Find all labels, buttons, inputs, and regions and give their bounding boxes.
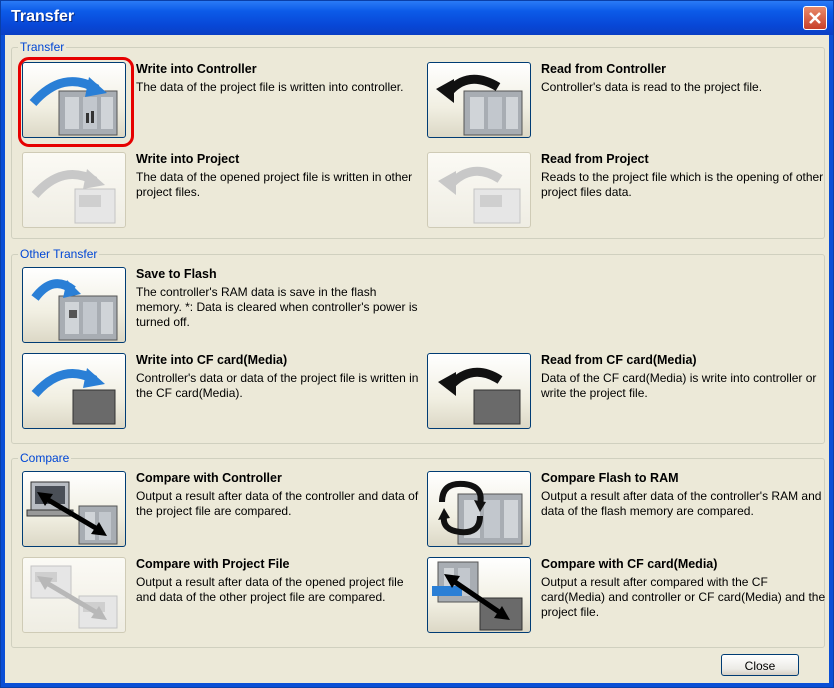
write-into-controller-item: Write into Controller The data of the pr… [18,57,422,147]
read-cf-icon [438,367,521,425]
write-into-cf-button[interactable] [22,353,126,429]
compare-cf-button[interactable] [427,557,531,633]
window-title: Transfer [11,8,75,25]
save-to-flash-button[interactable] [22,267,126,343]
compare-group: Compare Compare with Controller Output a… [11,451,827,648]
write-cf-icon [31,368,116,425]
compare-flash-item: Compare Flash to RAM Output a result aft… [427,471,827,556]
write-into-cf-desc: Controller's data or data of the project… [136,371,419,400]
compare-project-desc: Output a result after data of the opened… [136,575,404,604]
read-from-project-button[interactable] [427,152,531,228]
transfer-group: Transfer Write into Controller The data … [11,40,827,239]
compare-flash-icon [438,480,523,545]
compare-controller-item: Compare with Controller Output a result … [22,471,422,556]
read-from-controller-item: Read from Controller Controller's data i… [427,62,827,147]
compare-controller-title: Compare with Controller [136,471,282,485]
compare-project-icon [30,565,118,629]
write-into-controller-desc: The data of the project file is written … [136,80,404,94]
read-project-icon [438,166,521,224]
compare-cf-title: Compare with CF card(Media) [541,557,718,571]
read-from-project-title: Read from Project [541,152,649,166]
compare-flash-desc: Output a result after data of the contro… [541,489,822,518]
compare-project-item: Compare with Project File Output a resul… [22,557,422,642]
compare-flash-title: Compare Flash to RAM [541,471,679,485]
write-into-project-button[interactable] [22,152,126,228]
read-controller-icon [436,74,523,136]
write-into-project-desc: The data of the opened project file is w… [136,170,413,199]
close-icon [809,12,821,24]
write-into-cf-title: Write into CF card(Media) [136,353,288,367]
read-from-project-item: Read from Project Reads to the project f… [427,152,827,237]
window-close-button[interactable] [803,6,827,30]
read-from-cf-button[interactable] [427,353,531,429]
compare-controller-button[interactable] [22,471,126,547]
group-label-other-transfer: Other Transfer [18,247,100,261]
save-to-flash-title: Save to Flash [136,267,217,281]
compare-project-title: Compare with Project File [136,557,290,571]
group-label-compare: Compare [18,451,72,465]
read-from-cf-item: Read from CF card(Media) Data of the CF … [427,353,827,438]
close-button[interactable]: Close [721,654,799,676]
read-from-controller-desc: Controller's data is read to the project… [541,80,763,94]
read-from-project-desc: Reads to the project file which is the o… [541,170,824,199]
save-to-flash-item: Save to Flash The controller's RAM data … [22,267,422,352]
save-to-flash-desc: The controller's RAM data is save in the… [136,285,418,329]
other-transfer-group: Other Transfer Save to Flash The control… [11,247,827,444]
read-from-controller-button[interactable] [427,62,531,138]
save-flash-icon [31,279,118,341]
read-from-controller-title: Read from Controller [541,62,667,76]
compare-cf-item: Compare with CF card(Media) Output a res… [427,557,827,642]
compare-controller-desc: Output a result after data of the contro… [136,489,419,518]
write-project-icon [31,169,116,224]
compare-controller-icon [26,481,118,545]
compare-cf-icon [432,561,523,631]
read-from-cf-desc: Data of the CF card(Media) is write into… [541,371,817,400]
title-bar[interactable]: Transfer [1,1,833,35]
write-into-project-title: Write into Project [136,152,240,166]
selected-highlight [18,57,134,147]
write-into-project-item: Write into Project The data of the opene… [22,152,422,237]
write-into-controller-title: Write into Controller [136,62,257,76]
dialog-body: Transfer Write into Controller The data … [5,35,829,683]
compare-flash-button[interactable] [427,471,531,547]
group-label-transfer: Transfer [18,40,67,54]
transfer-dialog: Transfer Transfer Write into Controller … [0,0,834,688]
read-from-cf-title: Read from CF card(Media) [541,353,697,367]
write-into-cf-item: Write into CF card(Media) Controller's d… [22,353,422,438]
compare-project-button[interactable] [22,557,126,633]
compare-cf-desc: Output a result after compared with the … [541,575,826,619]
